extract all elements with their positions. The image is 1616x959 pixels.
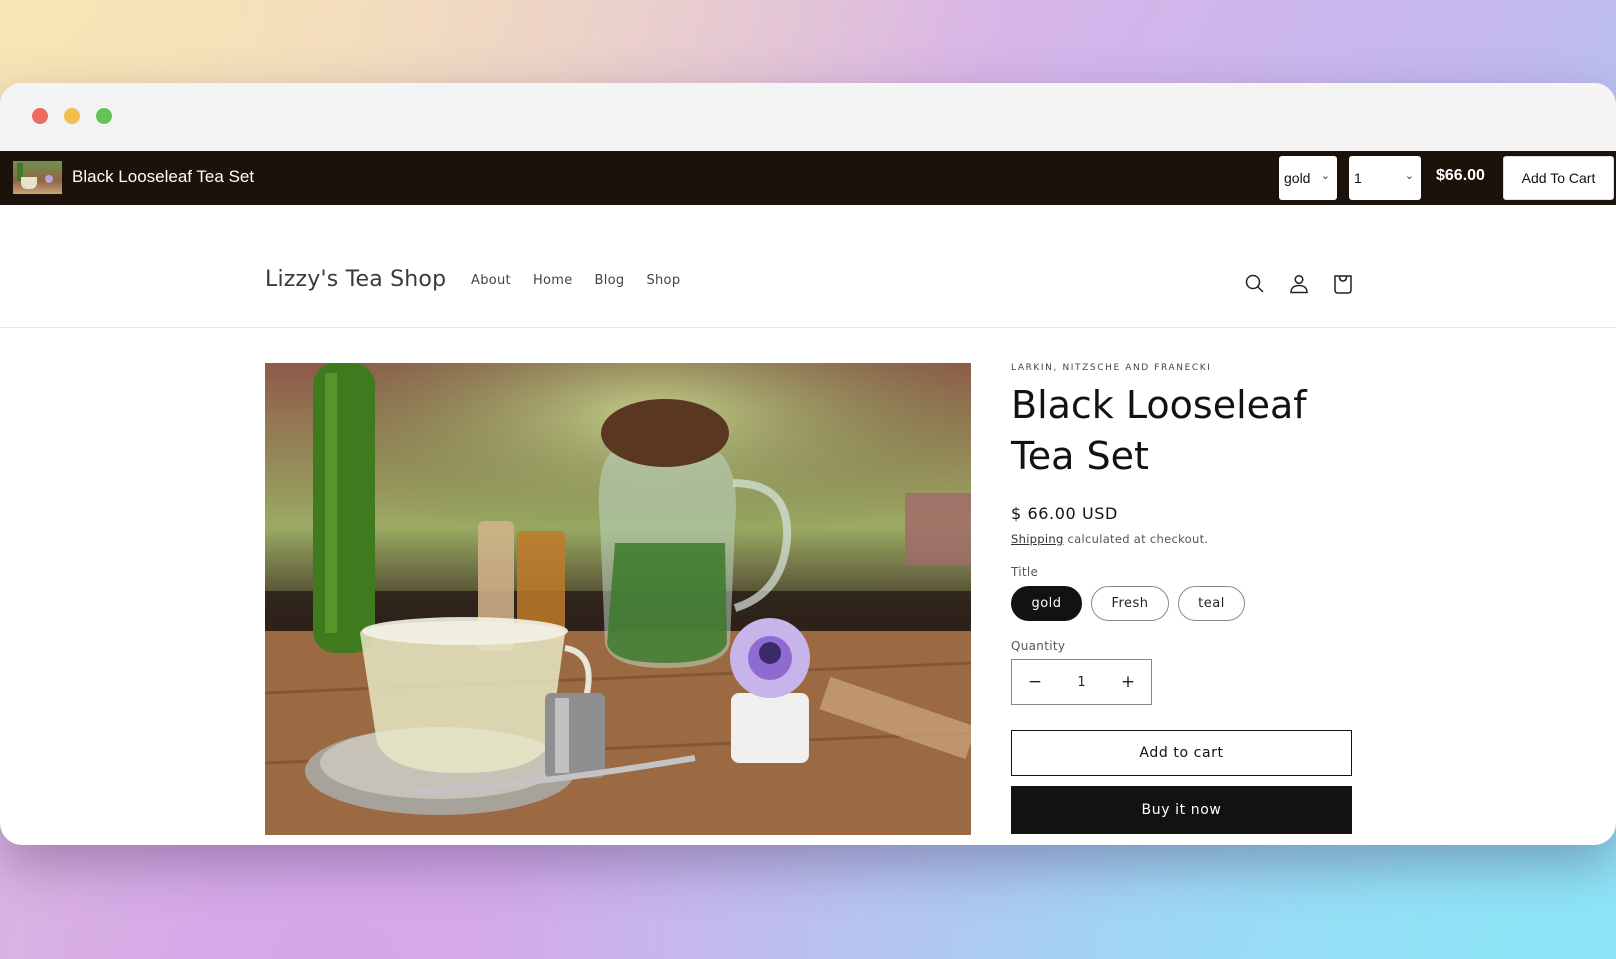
minimize-window-button[interactable] [64,108,80,124]
chevron-down-icon: ⌄ [1320,170,1330,182]
sticky-variant-value: gold [1284,170,1311,186]
variant-option-label: Title [1011,565,1039,579]
sticky-quantity-select[interactable]: 1 ⌄ [1349,156,1421,200]
close-window-button[interactable] [32,108,48,124]
sticky-price: $66.00 [1436,167,1485,184]
product-photo [265,363,971,835]
maximize-window-button[interactable] [96,108,112,124]
nav-home[interactable]: Home [533,273,573,288]
product-info: LARKIN, NITZSCHE AND FRANECKI Black Loos… [1011,363,1353,834]
store-logo[interactable]: Lizzy's Tea Shop [265,267,446,292]
product-title: Black Looseleaf Tea Set [1011,383,1307,478]
browser-window: Black Looseleaf Tea Set gold ⌄ 1 ⌄ $66.0… [0,83,1616,845]
quantity-input[interactable]: 1 [1058,675,1105,690]
main-navigation: About Home Blog Shop [471,273,702,288]
decrease-quantity-button[interactable]: − [1012,672,1058,692]
search-icon[interactable] [1243,272,1267,296]
shipping-text: calculated at checkout. [1063,532,1209,546]
buy-it-now-button[interactable]: Buy it now [1011,786,1352,834]
variant-option-teal[interactable]: teal [1178,586,1245,621]
nav-blog[interactable]: Blog [595,273,625,288]
add-to-cart-button[interactable]: Add to cart [1011,730,1352,776]
shipping-link[interactable]: Shipping [1011,532,1064,546]
sticky-product-title: Black Looseleaf Tea Set [72,167,255,186]
variant-options: gold Fresh teal [1011,586,1353,621]
product-vendor: LARKIN, NITZSCHE AND FRANECKI [1011,363,1212,373]
chevron-down-icon: ⌄ [1404,170,1414,182]
cart-icon[interactable] [1331,272,1355,296]
thumbnail-flower [45,175,53,183]
shipping-note: Shipping calculated at checkout. [1011,532,1353,546]
account-icon[interactable] [1287,272,1311,296]
sticky-product-thumbnail [13,161,62,194]
nav-about[interactable]: About [471,273,511,288]
quantity-label: Quantity [1011,639,1066,653]
thumbnail-cup [21,177,37,189]
product-image[interactable] [265,363,971,835]
sticky-add-to-cart-button[interactable]: Add To Cart [1503,156,1614,200]
variant-option-fresh[interactable]: Fresh [1091,586,1169,621]
product-price: $ 66.00 USD [1011,504,1118,523]
sticky-quantity-value: 1 [1354,170,1362,186]
nav-shop[interactable]: Shop [646,273,680,288]
quantity-stepper: − 1 + [1011,659,1152,705]
increase-quantity-button[interactable]: + [1105,672,1151,692]
window-titlebar [0,83,1616,151]
site-header: Lizzy's Tea Shop About Home Blog Shop [0,205,1616,328]
sticky-variant-select[interactable]: gold ⌄ [1279,156,1337,200]
variant-option-gold[interactable]: gold [1011,586,1082,621]
sticky-add-to-cart-bar: Black Looseleaf Tea Set gold ⌄ 1 ⌄ $66.0… [0,151,1616,205]
